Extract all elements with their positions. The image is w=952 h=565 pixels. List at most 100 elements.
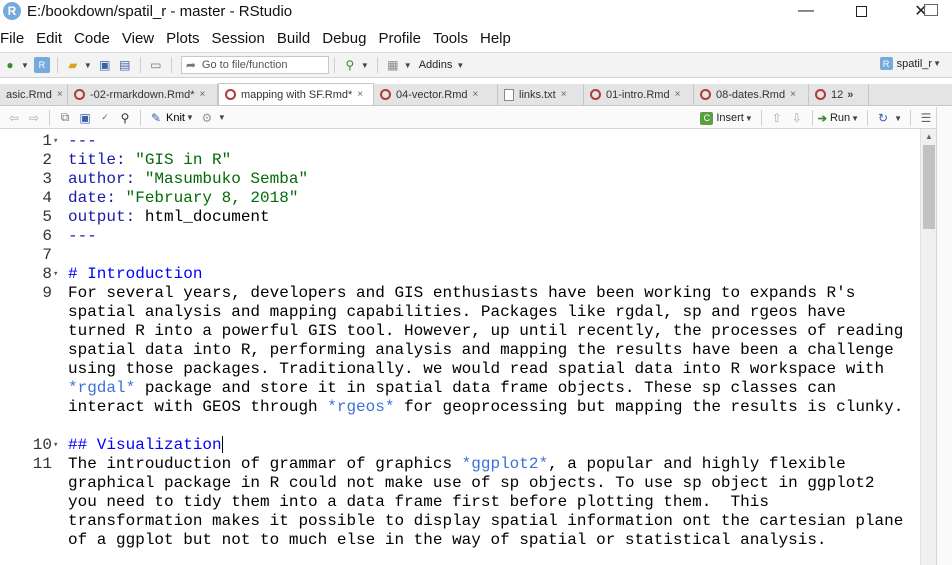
menu-build[interactable]: Build bbox=[271, 30, 316, 47]
menu-profile[interactable]: Profile bbox=[372, 30, 427, 47]
menu-edit[interactable]: Edit bbox=[30, 30, 68, 47]
settings-gear-icon[interactable]: ⚙ bbox=[199, 110, 215, 126]
code-token: *ggplot2* bbox=[461, 455, 549, 473]
close-tab-icon[interactable]: × bbox=[561, 89, 567, 100]
pane-layout-icon[interactable]: ▦ bbox=[385, 57, 401, 73]
editor-tab[interactable]: 01-intro.Rmd × bbox=[584, 84, 694, 105]
code-token: date: bbox=[68, 189, 126, 207]
find-icon[interactable]: ⚲ bbox=[117, 110, 133, 126]
code-token: author: bbox=[68, 170, 145, 188]
go-to-file-input[interactable]: ➦ Go to file/function bbox=[180, 56, 329, 74]
editor-tab-bar: asic.Rmd × -02-rmarkdown.Rmd* × mapping with… bbox=[0, 83, 952, 106]
code-token: spatial analysis and mapping capabilitie… bbox=[68, 303, 846, 321]
code-token: of a ggplot but not to much else in the … bbox=[68, 531, 827, 549]
project-menu[interactable]: R spatil_r ▼ bbox=[879, 57, 944, 70]
knit-dropdown-icon[interactable]: ▼ bbox=[186, 113, 194, 122]
editor-tab-label: mapping with SF.Rmd* bbox=[241, 88, 353, 101]
run-button[interactable]: ➔ Run ▼ bbox=[818, 112, 862, 125]
menu-debug[interactable]: Debug bbox=[316, 30, 372, 47]
show-in-window-icon[interactable]: ⧉ bbox=[57, 110, 73, 126]
toolbar-divider bbox=[811, 110, 813, 126]
minimize-button[interactable]: — bbox=[783, 0, 829, 22]
main-toolbar: ● ▼ R ▰ ▼ ▣ ▤ ▭ ➦ Go to file/function ⚲ … bbox=[0, 52, 952, 78]
r-project-icon: R bbox=[879, 57, 893, 70]
vertical-scrollbar[interactable]: ▲ bbox=[920, 129, 936, 565]
close-tab-icon[interactable]: × bbox=[675, 89, 681, 100]
editor-tab[interactable]: links.txt × bbox=[498, 84, 584, 105]
line-number: 9 bbox=[42, 284, 52, 302]
line-number: 5 bbox=[42, 208, 52, 226]
previous-chunk-icon[interactable]: ⇧ bbox=[769, 110, 785, 126]
menu-file[interactable]: File bbox=[0, 30, 30, 47]
code-token: output: bbox=[68, 208, 145, 226]
menu-tools[interactable]: Tools bbox=[427, 30, 474, 47]
close-tab-icon[interactable]: × bbox=[790, 89, 796, 100]
menu-plots[interactable]: Plots bbox=[160, 30, 205, 47]
fold-toggle-icon[interactable]: ▾ bbox=[53, 132, 58, 151]
insert-chunk-button[interactable]: C Insert ▼ bbox=[700, 111, 755, 125]
maximize-pane-icon[interactable] bbox=[924, 4, 938, 16]
close-tab-icon[interactable]: × bbox=[357, 89, 363, 100]
new-project-icon[interactable]: R bbox=[33, 57, 50, 73]
insert-dropdown-icon: ▼ bbox=[744, 113, 753, 123]
fold-toggle-icon[interactable]: ▾ bbox=[53, 436, 58, 455]
maximize-button[interactable] bbox=[838, 0, 884, 22]
editor-line: turned R into a powerful GIS tool. Howev… bbox=[0, 322, 920, 341]
menu-help[interactable]: Help bbox=[474, 30, 517, 47]
git-icon[interactable]: ⚲ bbox=[342, 57, 358, 73]
text-cursor bbox=[221, 436, 223, 454]
menu-code[interactable]: Code bbox=[68, 30, 116, 47]
more-tabs-icon[interactable]: » bbox=[847, 89, 853, 101]
editor-tab[interactable]: mapping with SF.Rmd* × bbox=[218, 83, 374, 105]
scroll-up-icon[interactable]: ▲ bbox=[925, 132, 933, 141]
open-recent-dropdown-icon[interactable]: ▼ bbox=[84, 61, 92, 70]
save-icon[interactable]: ▣ bbox=[97, 57, 113, 73]
pane-layout-dropdown-icon[interactable]: ▼ bbox=[404, 61, 412, 70]
document-outline-icon[interactable]: ☰ bbox=[918, 110, 934, 126]
editor-line: 3 author: "Masumbuko Semba" bbox=[0, 170, 920, 189]
code-token: title: bbox=[68, 151, 136, 169]
editor-tab[interactable]: 08-dates.Rmd × bbox=[694, 84, 809, 105]
knit-label[interactable]: Knit bbox=[166, 112, 185, 124]
close-tab-icon[interactable]: × bbox=[200, 89, 206, 100]
fold-toggle-icon[interactable]: ▾ bbox=[53, 265, 58, 284]
source-editor[interactable]: 1 ▾ --- 2 title: "GIS in R" 3 author: "Masumbu… bbox=[0, 129, 920, 565]
addins-menu[interactable]: Addins ▼ bbox=[419, 59, 468, 71]
toolbar-divider bbox=[376, 57, 378, 73]
code-token: *rgeos* bbox=[327, 398, 395, 416]
new-file-icon[interactable]: ● bbox=[2, 57, 18, 73]
settings-dropdown-icon[interactable]: ▼ bbox=[218, 113, 226, 122]
print-icon[interactable]: ▭ bbox=[148, 57, 164, 73]
toolbar-divider bbox=[49, 109, 50, 126]
re-run-dropdown-icon[interactable]: ▼ bbox=[894, 114, 902, 123]
line-number: 8 bbox=[42, 265, 52, 283]
scrollbar-thumb[interactable] bbox=[923, 145, 935, 229]
editor-tab[interactable]: 04-vector.Rmd × bbox=[374, 84, 498, 105]
code-token: "GIS in R" bbox=[135, 151, 232, 169]
re-run-chunk-icon[interactable]: ↻ bbox=[875, 110, 891, 126]
new-file-dropdown-icon[interactable]: ▼ bbox=[21, 61, 29, 70]
editor-tab[interactable]: 12» bbox=[809, 84, 869, 105]
code-token: interact with GEOS through bbox=[68, 398, 328, 416]
rmarkdown-file-icon bbox=[380, 89, 391, 100]
save-all-icon[interactable]: ▤ bbox=[117, 57, 133, 73]
back-icon[interactable]: ⇦ bbox=[6, 110, 22, 126]
close-tab-icon[interactable]: × bbox=[473, 89, 479, 100]
open-folder-icon[interactable]: ▰ bbox=[65, 57, 81, 73]
menu-session[interactable]: Session bbox=[206, 30, 271, 47]
save-icon[interactable]: ▣ bbox=[77, 110, 93, 126]
editor-line: 8 ▾ # Introduction bbox=[0, 265, 920, 284]
spellcheck-icon[interactable]: ✓ bbox=[97, 110, 113, 126]
editor-tab[interactable]: -02-rmarkdown.Rmd* × bbox=[68, 84, 218, 105]
code-text: of a ggplot but not to much else in the … bbox=[68, 531, 827, 550]
git-dropdown-icon[interactable]: ▼ bbox=[361, 61, 369, 70]
editor-line: transformation makes it possible to disp… bbox=[0, 512, 920, 531]
right-panel-edge bbox=[936, 107, 952, 565]
close-tab-icon[interactable]: × bbox=[57, 89, 63, 100]
forward-icon[interactable]: ⇨ bbox=[26, 110, 42, 126]
knit-icon[interactable]: ✎ bbox=[148, 110, 164, 126]
editor-tab[interactable]: asic.Rmd × bbox=[0, 84, 68, 105]
next-chunk-icon[interactable]: ⇩ bbox=[789, 110, 805, 126]
menu-view[interactable]: View bbox=[116, 30, 160, 47]
